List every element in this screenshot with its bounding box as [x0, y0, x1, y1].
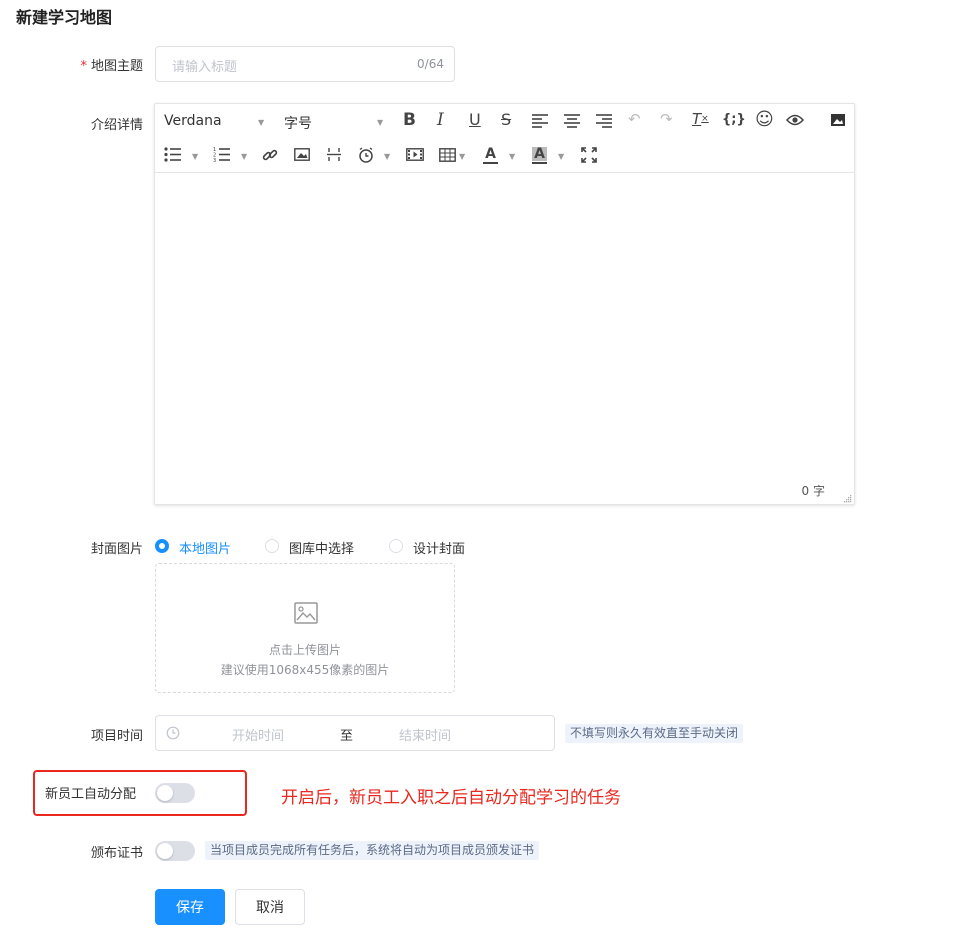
word-count: 0 字	[801, 484, 825, 498]
topic-placeholder: 请输入标题	[172, 60, 238, 75]
image-icon[interactable]	[831, 114, 845, 126]
project-time-tip: 不填写则永久有效直至手动关闭	[565, 724, 744, 743]
background-color-icon[interactable]: A	[532, 147, 547, 164]
clock-icon	[166, 726, 180, 744]
cancel-button[interactable]: 取消	[235, 889, 305, 925]
project-time-label: 项目时间	[90, 729, 143, 744]
start-time-input[interactable]: 开始时间	[232, 725, 284, 744]
save-button[interactable]: 保存	[155, 889, 225, 925]
fullscreen-icon[interactable]	[581, 147, 597, 163]
chevron-down-icon: ▼	[459, 152, 466, 161]
chevron-down-icon: ▼	[192, 152, 199, 161]
required-mark: *	[80, 59, 87, 74]
certificate-label: 颁布证书	[90, 846, 143, 861]
annotation-text: 开启后，新员工入职之后自动分配学习的任务	[281, 788, 621, 808]
topic-counter: 0/64	[417, 57, 444, 71]
font-color-icon[interactable]: A	[483, 147, 498, 164]
align-left-icon[interactable]	[531, 113, 549, 128]
table-icon[interactable]	[439, 148, 456, 162]
topic-label: * 地图主题	[80, 59, 143, 74]
upload-hint: 建议使用1068x455像素的图片	[220, 663, 390, 677]
align-center-icon[interactable]	[563, 113, 581, 128]
insert-image-icon[interactable]	[294, 148, 310, 161]
preview-icon[interactable]	[786, 113, 804, 127]
cover-radio-design[interactable]	[389, 539, 403, 553]
certificate-tip: 当项目成员完成所有任务后，系统将自动为项目成员颁发证书	[205, 841, 540, 860]
undo-icon[interactable]: ↶	[628, 112, 641, 127]
time-icon[interactable]	[358, 147, 374, 163]
bullet-list-icon[interactable]	[164, 147, 182, 162]
chevron-down-icon: ▼	[509, 152, 516, 161]
svg-text:3: 3	[213, 158, 216, 162]
topic-input[interactable]: 请输入标题 0/64	[155, 46, 455, 82]
underline-icon[interactable]: U	[469, 112, 481, 128]
chevron-down-icon: ▼	[241, 152, 248, 161]
intro-label: 介绍详情	[90, 118, 143, 133]
cover-option-design[interactable]: 设计封面	[413, 538, 465, 557]
editor-content-area[interactable]	[155, 173, 854, 473]
cover-upload-area[interactable]: 点击上传图片 建议使用1068x455像素的图片	[155, 563, 455, 693]
cover-radio-local[interactable]	[155, 539, 169, 553]
rich-text-editor[interactable]: Verdana ▼ 字号 ▼ B I U S ↶ ↷ T × {;} ☺ ▼ 12…	[154, 103, 855, 505]
numbered-list-icon[interactable]: 123	[213, 147, 231, 162]
link-icon[interactable]	[262, 147, 278, 163]
cover-radio-gallery[interactable]	[265, 539, 279, 553]
emoji-icon[interactable]: ☺	[755, 111, 774, 129]
video-icon[interactable]	[406, 148, 424, 161]
image-placeholder-icon	[294, 602, 318, 628]
range-separator: 至	[340, 729, 354, 744]
cover-option-local[interactable]: 本地图片	[179, 538, 231, 557]
chevron-down-icon: ▼	[258, 118, 265, 127]
date-range-picker[interactable]: 开始时间 至 结束时间	[155, 715, 555, 751]
switch-knob	[157, 843, 173, 859]
page-title: 新建学习地图	[16, 8, 113, 27]
certificate-switch[interactable]	[155, 841, 195, 861]
clear-format-icon[interactable]: T ×	[692, 112, 709, 127]
font-size-select[interactable]: 字号	[284, 113, 312, 133]
code-icon[interactable]: {;}	[722, 113, 746, 126]
cover-label: 封面图片	[90, 542, 143, 557]
chevron-down-icon: ▼	[377, 118, 384, 127]
end-time-input[interactable]: 结束时间	[399, 725, 451, 744]
resize-handle-icon[interactable]	[843, 492, 852, 507]
italic-icon[interactable]: I	[437, 112, 444, 129]
annotation-highlight-box	[33, 770, 247, 816]
redo-icon[interactable]: ↷	[660, 112, 673, 127]
chevron-down-icon: ▼	[558, 152, 565, 161]
font-family-select[interactable]: Verdana	[164, 113, 222, 129]
align-right-icon[interactable]	[595, 113, 613, 128]
strikethrough-icon[interactable]: S	[501, 112, 511, 128]
bold-icon[interactable]: B	[403, 112, 416, 129]
upload-title: 点击上传图片	[268, 643, 341, 657]
cover-option-gallery[interactable]: 图库中选择	[289, 538, 354, 557]
chevron-down-icon: ▼	[384, 152, 391, 161]
horizontal-rule-icon[interactable]	[326, 147, 342, 162]
